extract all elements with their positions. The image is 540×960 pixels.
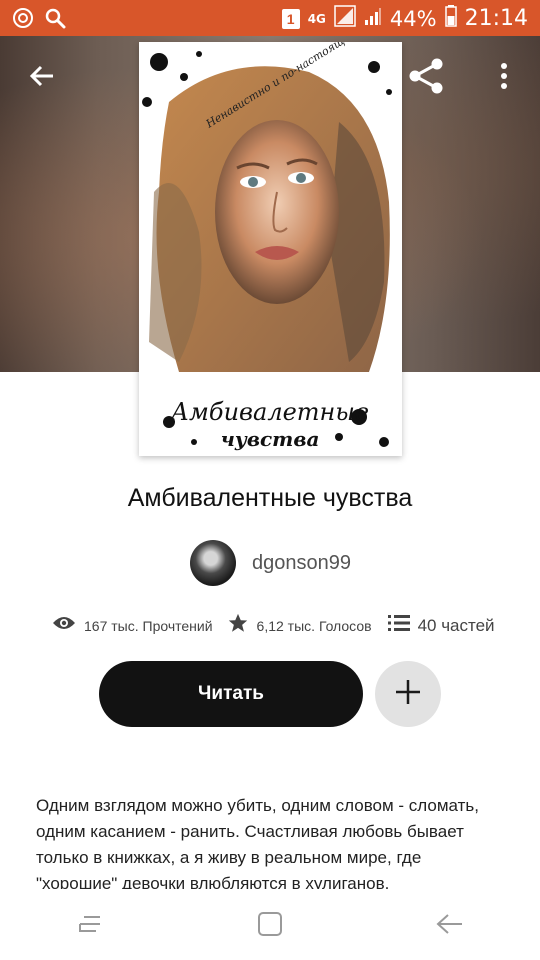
share-icon (406, 56, 446, 101)
status-right: 1 4G 44% 21:14 (281, 5, 528, 32)
data-signal-icon (334, 5, 356, 32)
search-icon (44, 7, 66, 34)
author-name[interactable]: dgonson99 (252, 552, 351, 575)
recent-apps-button[interactable] (60, 901, 120, 951)
back-icon (435, 912, 465, 941)
recent-apps-icon (76, 912, 104, 941)
reads-count: 167 тыс. Прочтений (84, 617, 213, 634)
eye-icon (52, 615, 76, 636)
votes-count: 6,12 тыс. Голосов (256, 617, 372, 634)
read-button[interactable]: Читать (99, 661, 363, 727)
story-title: Амбивалентные чувства (127, 484, 413, 512)
book-cover[interactable]: Ненавистно и по-настоящему Амбивалетные … (139, 42, 402, 456)
story-stats: 167 тыс. Прочтений 6,12 тыс. Голосов 40 … (52, 612, 512, 639)
nav-back-button[interactable] (420, 901, 480, 951)
clock: 21:14 (464, 6, 528, 31)
reads-stat: 167 тыс. Прочтений (52, 615, 213, 636)
star-icon (227, 612, 249, 639)
network-type: 4G (307, 11, 326, 26)
sync-icon (12, 7, 34, 34)
back-button[interactable] (20, 56, 64, 100)
home-icon (256, 910, 284, 943)
arrow-left-icon (28, 62, 56, 95)
more-options-button[interactable] (482, 56, 526, 100)
battery-icon (444, 5, 457, 32)
cover-title-line2: чувства (221, 427, 320, 451)
system-nav-bar (0, 892, 540, 960)
status-bar: 1 4G 44% 21:14 (0, 0, 540, 36)
sim-badge: 1 (281, 8, 300, 29)
parts-count[interactable]: 40 частей (418, 616, 495, 636)
home-button[interactable] (240, 901, 300, 951)
cover-title-line1: Амбивалетные (169, 398, 369, 426)
signal-icon (364, 6, 382, 31)
share-button[interactable] (404, 56, 448, 100)
cover-artwork: Ненавистно и по-настоящему Амбивалетные … (139, 42, 402, 456)
parts-stat[interactable]: 40 частей (387, 614, 495, 637)
votes-stat: 6,12 тыс. Голосов (227, 612, 372, 639)
story-description: Одним взглядом можно убить, одним словом… (36, 796, 479, 889)
battery-percent: 44% (389, 6, 437, 31)
add-to-library-button[interactable] (375, 661, 441, 727)
plus-icon (395, 679, 421, 710)
more-vertical-icon (500, 62, 508, 95)
status-left (12, 7, 66, 34)
author-row[interactable]: dgonson99 (190, 540, 351, 586)
avatar[interactable] (190, 540, 236, 586)
list-icon (387, 614, 410, 637)
